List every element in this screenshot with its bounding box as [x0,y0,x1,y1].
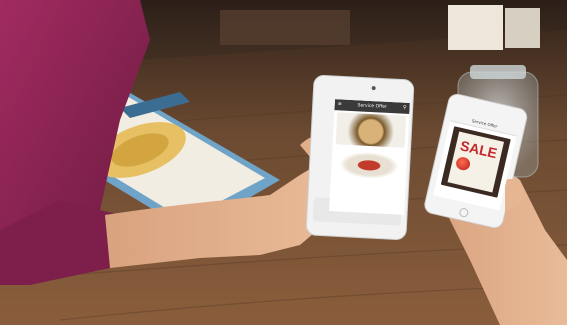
food-image-plate[interactable] [333,148,405,180]
app-title: Service Offer [357,103,387,110]
photo-scene: ≡ Service Offer ⚲ Service Offer SALE [0,0,567,325]
white-box [448,5,503,50]
left-phone-screen: ≡ Service Offer ⚲ [329,99,410,215]
hamburger-icon[interactable]: ≡ [337,99,343,110]
food-image-pie[interactable] [335,112,407,148]
location-pin-icon[interactable]: ⚲ [403,103,407,114]
sale-sign-image[interactable]: SALE [440,126,511,198]
